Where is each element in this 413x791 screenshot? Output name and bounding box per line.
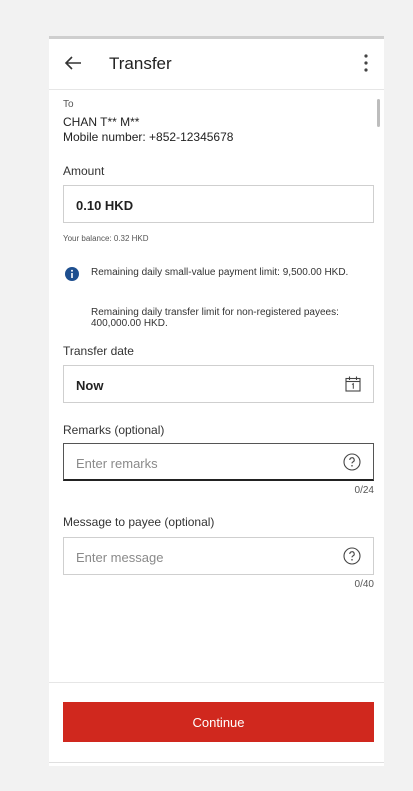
continue-button[interactable]: Continue (63, 702, 374, 742)
scrollbar[interactable] (377, 99, 380, 127)
message-counter: 0/40 (354, 579, 374, 590)
help-icon[interactable] (343, 453, 361, 471)
amount-value: 0.10 HKD (76, 198, 134, 213)
footer-divider (49, 682, 384, 683)
remarks-label: Remarks (optional) (63, 423, 165, 437)
transfer-date-field[interactable]: Now (63, 365, 374, 403)
amount-label: Amount (63, 164, 105, 178)
page-title: Transfer (109, 54, 172, 73)
bottom-divider (49, 762, 384, 763)
payee-mobile: Mobile number: +852-12345678 (63, 130, 234, 144)
remarks-counter: 0/24 (354, 485, 374, 496)
remarks-input[interactable]: Enter remarks (63, 443, 374, 481)
remarks-placeholder: Enter remarks (76, 456, 158, 471)
back-arrow-icon[interactable] (61, 51, 85, 75)
to-label: To (63, 99, 74, 110)
message-label: Message to payee (optional) (63, 515, 215, 529)
message-placeholder: Enter message (76, 550, 164, 565)
help-icon[interactable] (343, 547, 361, 565)
info-icon (65, 267, 79, 281)
balance-text: Your balance: 0.32 HKD (63, 234, 149, 243)
calendar-icon[interactable] (345, 376, 361, 392)
amount-field[interactable]: 0.10 HKD (63, 185, 374, 223)
transfer-date-value: Now (76, 378, 104, 393)
more-options-icon[interactable] (356, 51, 376, 75)
small-value-limit-text: Remaining daily small-value payment limi… (91, 267, 349, 278)
non-registered-limit-text: Remaining daily transfer limit for non-r… (91, 307, 339, 329)
transfer-screen: Transfer To CHAN T** M** Mobile number: … (49, 36, 384, 766)
message-input[interactable]: Enter message (63, 537, 374, 575)
transfer-date-label: Transfer date (63, 344, 134, 358)
app-bar: Transfer (49, 39, 384, 90)
payee-name: CHAN T** M** (63, 115, 140, 129)
